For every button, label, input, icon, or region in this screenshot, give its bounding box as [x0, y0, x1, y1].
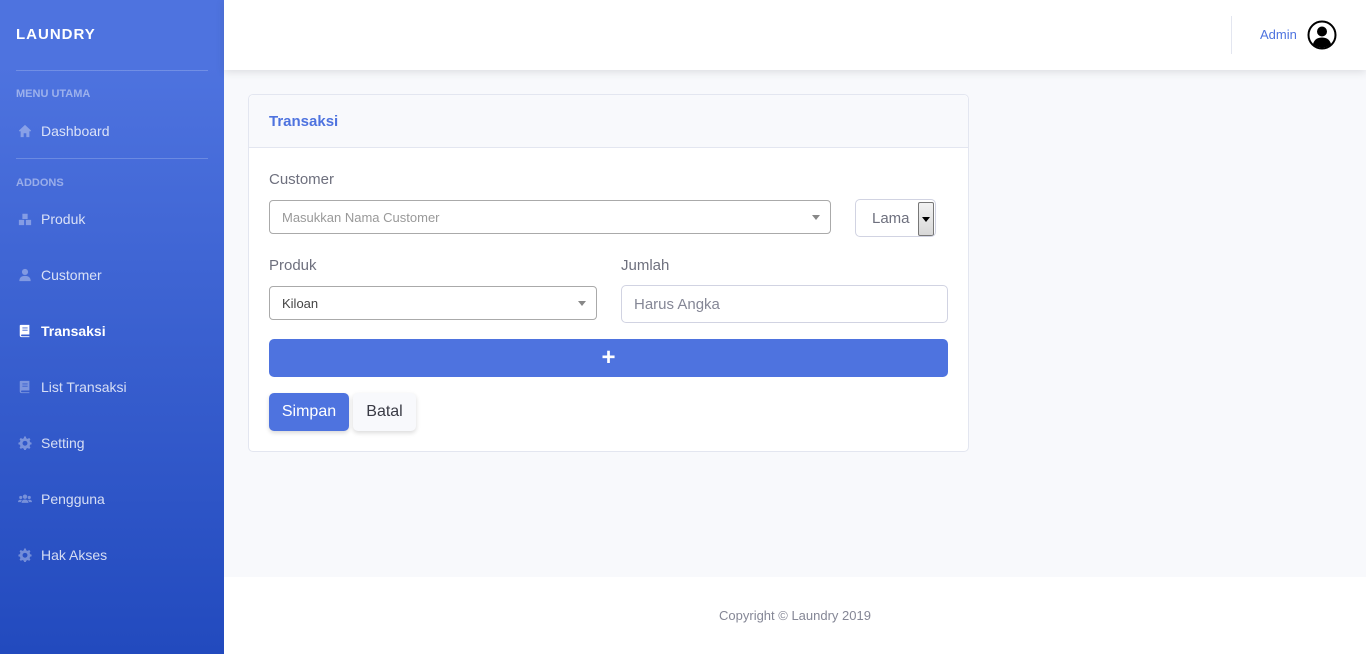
sidebar-item-hak-akses[interactable]: Hak Akses: [16, 540, 208, 570]
brand-title[interactable]: LAUNDRY: [16, 26, 96, 43]
cancel-button[interactable]: Batal: [353, 393, 416, 431]
user-icon: [16, 268, 33, 282]
sidebar-item-label: Transaksi: [41, 323, 106, 339]
boxes-icon: [16, 212, 33, 226]
topbar: Admin: [224, 0, 1366, 70]
footer: Copyright © Laundry 2019: [224, 577, 1366, 654]
sidebar-item-dashboard[interactable]: Dashboard: [16, 116, 208, 146]
sidebar-divider: [16, 70, 208, 71]
sidebar-item-pengguna[interactable]: Pengguna: [16, 484, 208, 514]
produk-select-value: Kiloan: [282, 295, 319, 311]
copyright-text: Copyright © Laundry 2019: [719, 608, 871, 623]
chevron-down-icon: [578, 301, 586, 306]
jumlah-input[interactable]: [621, 285, 948, 323]
customer-type-value: Lama: [872, 210, 910, 227]
customer-select[interactable]: Masukkan Nama Customer: [269, 200, 831, 234]
add-item-button[interactable]: +: [269, 339, 948, 377]
jumlah-label: Jumlah: [621, 257, 670, 274]
gear-icon: [16, 548, 33, 562]
sidebar-item-produk[interactable]: Produk: [16, 204, 208, 234]
customer-select-placeholder: Masukkan Nama Customer: [282, 209, 440, 225]
produk-label: Produk: [269, 257, 317, 274]
card-header: [249, 95, 968, 148]
book-icon: [16, 380, 33, 394]
book-icon: [16, 324, 33, 338]
gear-icon: [16, 436, 33, 450]
users-icon: [16, 492, 33, 506]
user-name[interactable]: Admin: [1260, 27, 1297, 42]
home-icon: [16, 124, 33, 138]
sidebar-item-list-transaksi[interactable]: List Transaksi: [16, 372, 208, 402]
transaksi-card: Transaksi Customer Masukkan Nama Custome…: [248, 94, 969, 452]
save-button[interactable]: Simpan: [269, 393, 349, 431]
customer-label: Customer: [269, 171, 335, 188]
sidebar-divider: [16, 158, 208, 159]
sidebar-item-label: Pengguna: [41, 491, 105, 507]
sidebar-item-label: Produk: [41, 211, 86, 227]
customer-type-select[interactable]: Lama: [855, 199, 936, 237]
sidebar-item-label: Dashboard: [41, 123, 110, 139]
produk-select[interactable]: Kiloan: [269, 286, 597, 320]
user-circle-icon[interactable]: [1307, 20, 1337, 50]
sidebar-heading-addons: ADDONS: [16, 177, 64, 189]
sidebar-item-label: Customer: [41, 267, 102, 283]
sidebar-item-label: Setting: [41, 435, 85, 451]
sidebar-item-label: List Transaksi: [41, 379, 127, 395]
sidebar: LAUNDRY MENU UTAMA Dashboard ADDONS Prod…: [0, 0, 224, 654]
dropdown-arrow-icon[interactable]: [918, 202, 934, 236]
sidebar-item-transaksi[interactable]: Transaksi: [16, 316, 208, 346]
topbar-divider: [1231, 16, 1232, 54]
card-title: Transaksi: [269, 113, 339, 130]
sidebar-item-label: Hak Akses: [41, 547, 108, 563]
sidebar-heading-menu-utama: MENU UTAMA: [16, 88, 91, 100]
chevron-down-icon: [812, 215, 820, 220]
sidebar-item-setting[interactable]: Setting: [16, 428, 208, 458]
sidebar-item-customer[interactable]: Customer: [16, 260, 208, 290]
